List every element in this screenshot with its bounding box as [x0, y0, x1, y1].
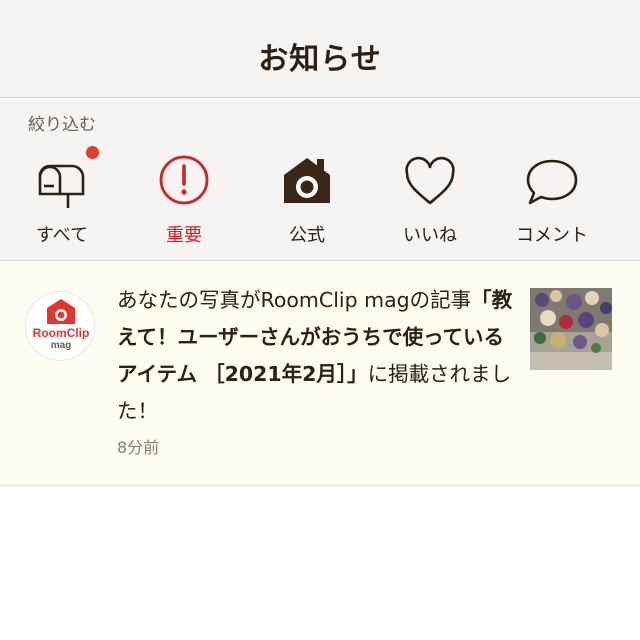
- svg-text:RoomClip: RoomClip: [33, 326, 90, 340]
- filter-bar: 絞り込む すべて 重要 公式 いいね コメント: [0, 99, 640, 261]
- message-prefix: あなたの写真がRoomClip magの記事: [117, 288, 472, 312]
- filter-official-label: 公式: [289, 225, 325, 246]
- filter-important-label: 重要: [166, 225, 202, 246]
- exclamation-circle-icon: [154, 153, 214, 211]
- photo-thumbnail[interactable]: [530, 288, 612, 370]
- notification-item[interactable]: RoomClip mag あなたの写真がRoomClip magの記事「教えて！…: [0, 262, 640, 486]
- notification-message: あなたの写真がRoomClip magの記事「教えて！ユーザーさんがおうちで使っ…: [117, 282, 522, 430]
- unread-badge: [86, 146, 99, 159]
- filter-comments[interactable]: コメント: [497, 153, 607, 253]
- filter-likes[interactable]: いいね: [375, 153, 485, 253]
- filter-likes-label: いいね: [403, 225, 457, 246]
- filter-label: 絞り込む: [28, 115, 96, 135]
- filter-all[interactable]: すべて: [7, 153, 117, 253]
- speech-bubble-icon: [522, 153, 582, 211]
- svg-text:mag: mag: [51, 340, 72, 351]
- avatar: RoomClip mag: [25, 291, 95, 361]
- filter-important[interactable]: 重要: [129, 153, 239, 253]
- heart-icon: [400, 153, 460, 211]
- timestamp: 8分前: [117, 438, 160, 457]
- filter-comments-label: コメント: [516, 225, 588, 246]
- roomclip-mag-logo: RoomClip mag: [33, 299, 90, 351]
- header: お知らせ: [0, 0, 640, 98]
- filter-official[interactable]: 公式: [252, 153, 362, 253]
- house-camera-icon: [277, 153, 337, 211]
- page-title: お知らせ: [258, 42, 382, 77]
- mailbox-icon: [32, 153, 92, 211]
- filter-all-label: すべて: [35, 225, 89, 246]
